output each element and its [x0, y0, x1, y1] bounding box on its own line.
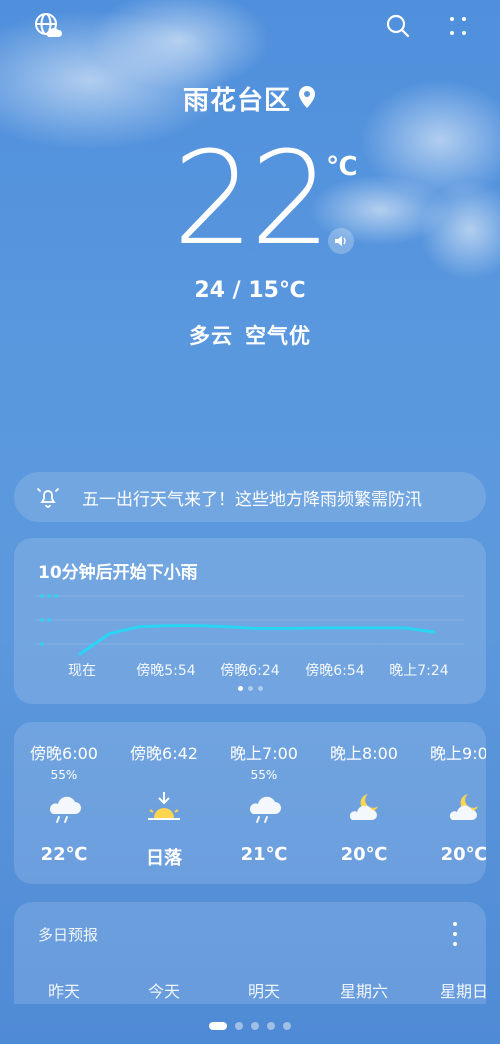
location-pin-icon	[297, 85, 317, 113]
speaker-icon[interactable]	[328, 228, 354, 254]
intensity-level-marker	[47, 618, 51, 622]
cloud-rain-icon	[249, 796, 281, 823]
hour-time: 晚上9:00	[430, 744, 486, 763]
page-dot[interactable]	[235, 1022, 243, 1030]
intensity-level-marker	[47, 594, 51, 598]
forecast-day[interactable]: 今天	[114, 978, 214, 1002]
intensity-level-marker	[40, 642, 44, 646]
intensity-level-marker	[40, 594, 44, 598]
page-dot	[257, 686, 263, 691]
hourly-item[interactable]: 傍晚6:00 55% 22℃	[14, 722, 114, 884]
hourly-item[interactable]: 晚上9:00 20℃	[414, 722, 486, 884]
air-quality[interactable]: 空气优	[245, 324, 311, 348]
precipitation-card[interactable]: 10分钟后开始下小雨 现在 傍晚5:54 傍晚6:24 傍晚6:54 晚上7:2…	[14, 538, 486, 704]
intensity-level-marker	[54, 594, 58, 598]
chart-tick-label: 现在	[68, 663, 96, 679]
more-vertical-icon[interactable]	[440, 8, 476, 44]
city-name: 雨花台区	[182, 86, 291, 116]
cloud-moon-icon	[449, 794, 478, 820]
multi-day-title: 多日预报	[38, 926, 99, 944]
hour-temperature: 21℃	[240, 844, 288, 865]
location-row[interactable]: 雨花台区	[0, 80, 500, 117]
multi-day-forecast-card[interactable]: 多日预报 昨天 今天 明天 星期六 星期日	[14, 902, 486, 1004]
page-dot	[237, 686, 243, 691]
page-dot[interactable]	[267, 1022, 275, 1030]
precipitation-line	[78, 624, 436, 656]
intensity-level-marker	[40, 618, 44, 622]
temperature-range: 24 / 15℃	[194, 278, 306, 303]
page-dot	[247, 686, 253, 691]
hour-time: 傍晚6:42	[130, 744, 198, 763]
forecast-day[interactable]: 昨天	[14, 978, 114, 1002]
hour-precip-probability: 55%	[250, 768, 278, 782]
weather-notice-banner[interactable]: 五一出行天气来了！这些地方降雨频繁需防汛	[14, 472, 486, 522]
hour-temperature: 22℃	[40, 844, 88, 865]
forecast-day[interactable]: 明天	[214, 978, 314, 1002]
hour-time: 晚上7:00	[230, 744, 298, 763]
notice-text: 五一出行天气来了！这些地方降雨频繁需防汛	[82, 489, 422, 510]
cloud-moon-icon	[349, 794, 378, 820]
hour-time: 傍晚6:00	[30, 744, 98, 763]
chart-tick-label: 傍晚5:54	[136, 663, 196, 679]
page-dot[interactable]	[283, 1022, 291, 1030]
hourly-item[interactable]: 傍晚6:42 日落	[114, 722, 214, 884]
hourly-item[interactable]: 晚上7:00 55% 21℃	[214, 722, 314, 884]
page-indicator	[0, 1022, 500, 1030]
hourly-item[interactable]: 晚上8:00 20℃	[314, 722, 414, 884]
hour-precip-probability: 55%	[50, 768, 78, 782]
more-vertical-icon[interactable]	[450, 922, 460, 946]
hour-temperature: 20℃	[440, 844, 486, 865]
weather-condition: 多云	[189, 324, 233, 348]
forecast-day[interactable]: 星期日	[414, 978, 486, 1002]
page-dot[interactable]	[209, 1022, 227, 1030]
page-dot[interactable]	[251, 1022, 259, 1030]
card-page-indicator	[14, 686, 486, 691]
temperature-unit: ℃	[326, 152, 358, 182]
chart-tick-label: 傍晚6:24	[220, 663, 280, 679]
bell-icon	[37, 488, 59, 508]
cloud-rain-icon	[49, 796, 81, 823]
top-bar	[0, 0, 500, 52]
chart-tick-label: 傍晚6:54	[305, 663, 365, 679]
chart-tick-label: 晚上7:24	[389, 663, 449, 679]
search-icon[interactable]	[380, 8, 416, 44]
hour-temperature: 20℃	[340, 844, 388, 865]
current-temperature: 22	[172, 125, 332, 274]
globe-cloud-icon[interactable]	[30, 8, 66, 44]
sunset-icon	[148, 792, 180, 820]
hourly-forecast-card[interactable]: 傍晚6:00 55% 22℃ 傍晚6:42 日落 晚上7:00 55% 21℃	[14, 722, 486, 884]
condition-line: 多云 空气优	[0, 320, 500, 350]
hour-time: 晚上8:00	[330, 744, 398, 763]
forecast-day[interactable]: 星期六	[314, 978, 414, 1002]
sunset-label: 日落	[146, 848, 182, 869]
